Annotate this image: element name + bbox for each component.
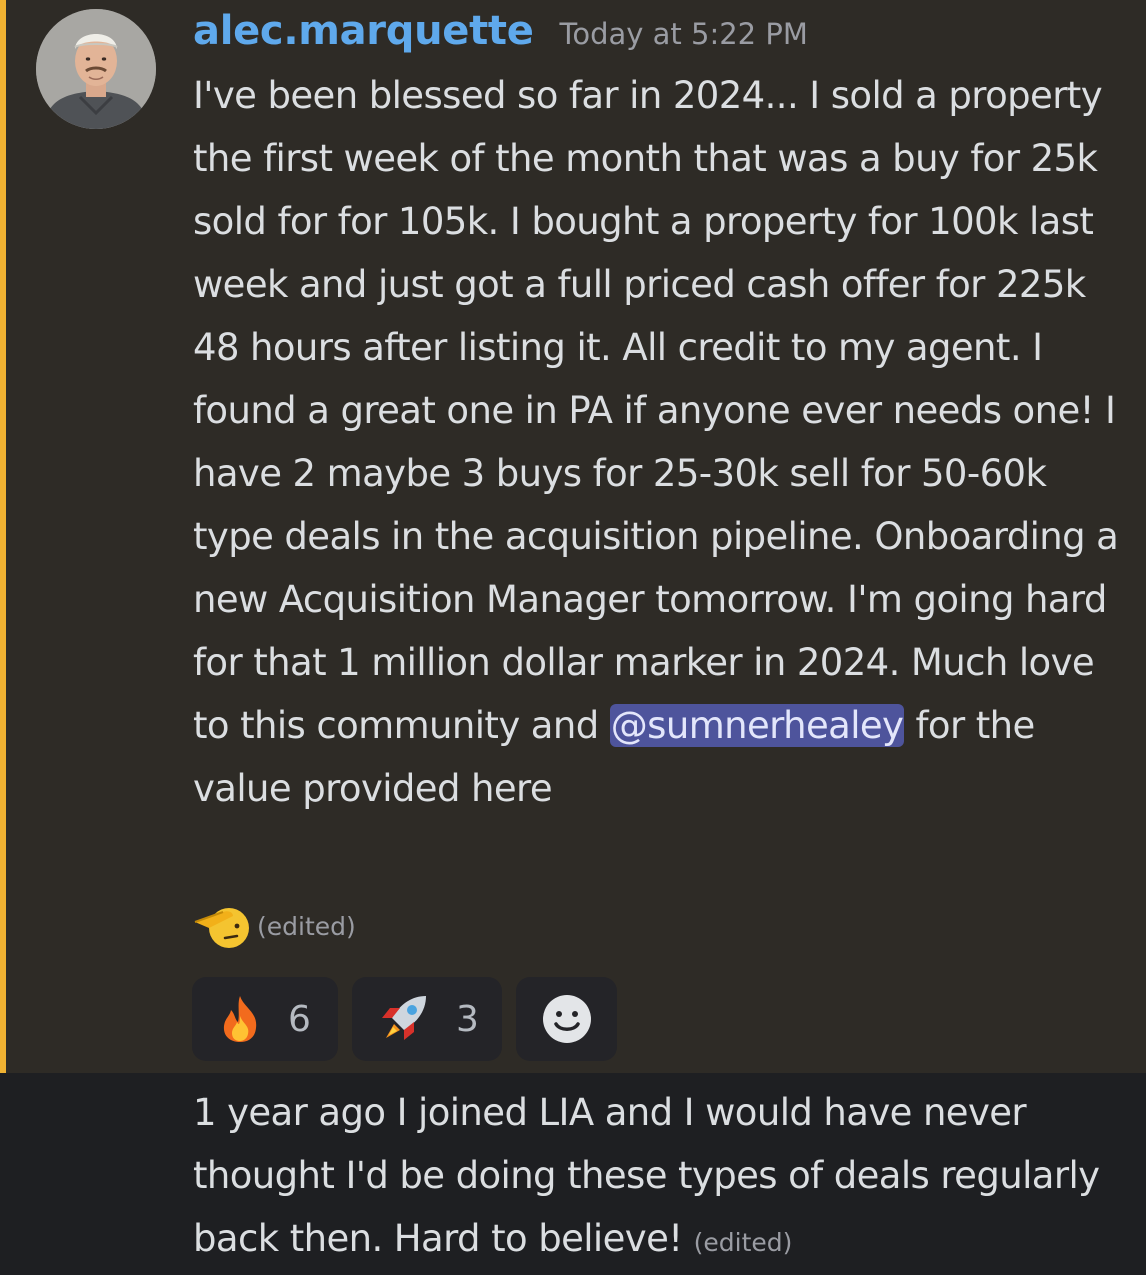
reaction-count: 6 <box>288 998 311 1040</box>
rocket-emoji <box>382 996 426 1040</box>
edited-tag: (edited) <box>257 911 356 941</box>
reaction-fire[interactable]: 6 <box>192 977 338 1061</box>
timestamp[interactable]: Today at 5:22 PM <box>560 17 808 51</box>
emoji-line: (edited) <box>193 895 356 957</box>
message-text: I've been blessed so far in 2024... I so… <box>193 74 1119 747</box>
edited-tag: (edited) <box>693 1228 793 1257</box>
followup-message: 1 year ago I joined LIA and I would have… <box>193 1081 1133 1274</box>
mention-highlight-bar <box>0 0 6 1073</box>
avatar-photo-icon <box>36 9 156 129</box>
followup-text: 1 year ago I joined LIA and I would have… <box>193 1091 1100 1260</box>
message-content: I've been blessed so far in 2024... I so… <box>193 64 1133 820</box>
add-reaction-smiley-icon <box>542 995 591 1043</box>
add-reaction-button[interactable] <box>516 977 617 1061</box>
saluting-face-emoji <box>194 908 249 948</box>
reaction-rocket[interactable]: 3 <box>352 977 502 1061</box>
user-mention[interactable]: @sumnerhealey <box>609 704 905 747</box>
user-avatar[interactable] <box>36 9 156 129</box>
reactions-bar: 6 3 <box>192 977 617 1061</box>
reaction-count: 3 <box>456 998 479 1040</box>
message-header: alec.marquette Today at 5:22 PM <box>193 8 808 60</box>
fire-emoji <box>223 996 257 1042</box>
username[interactable]: alec.marquette <box>193 8 534 54</box>
